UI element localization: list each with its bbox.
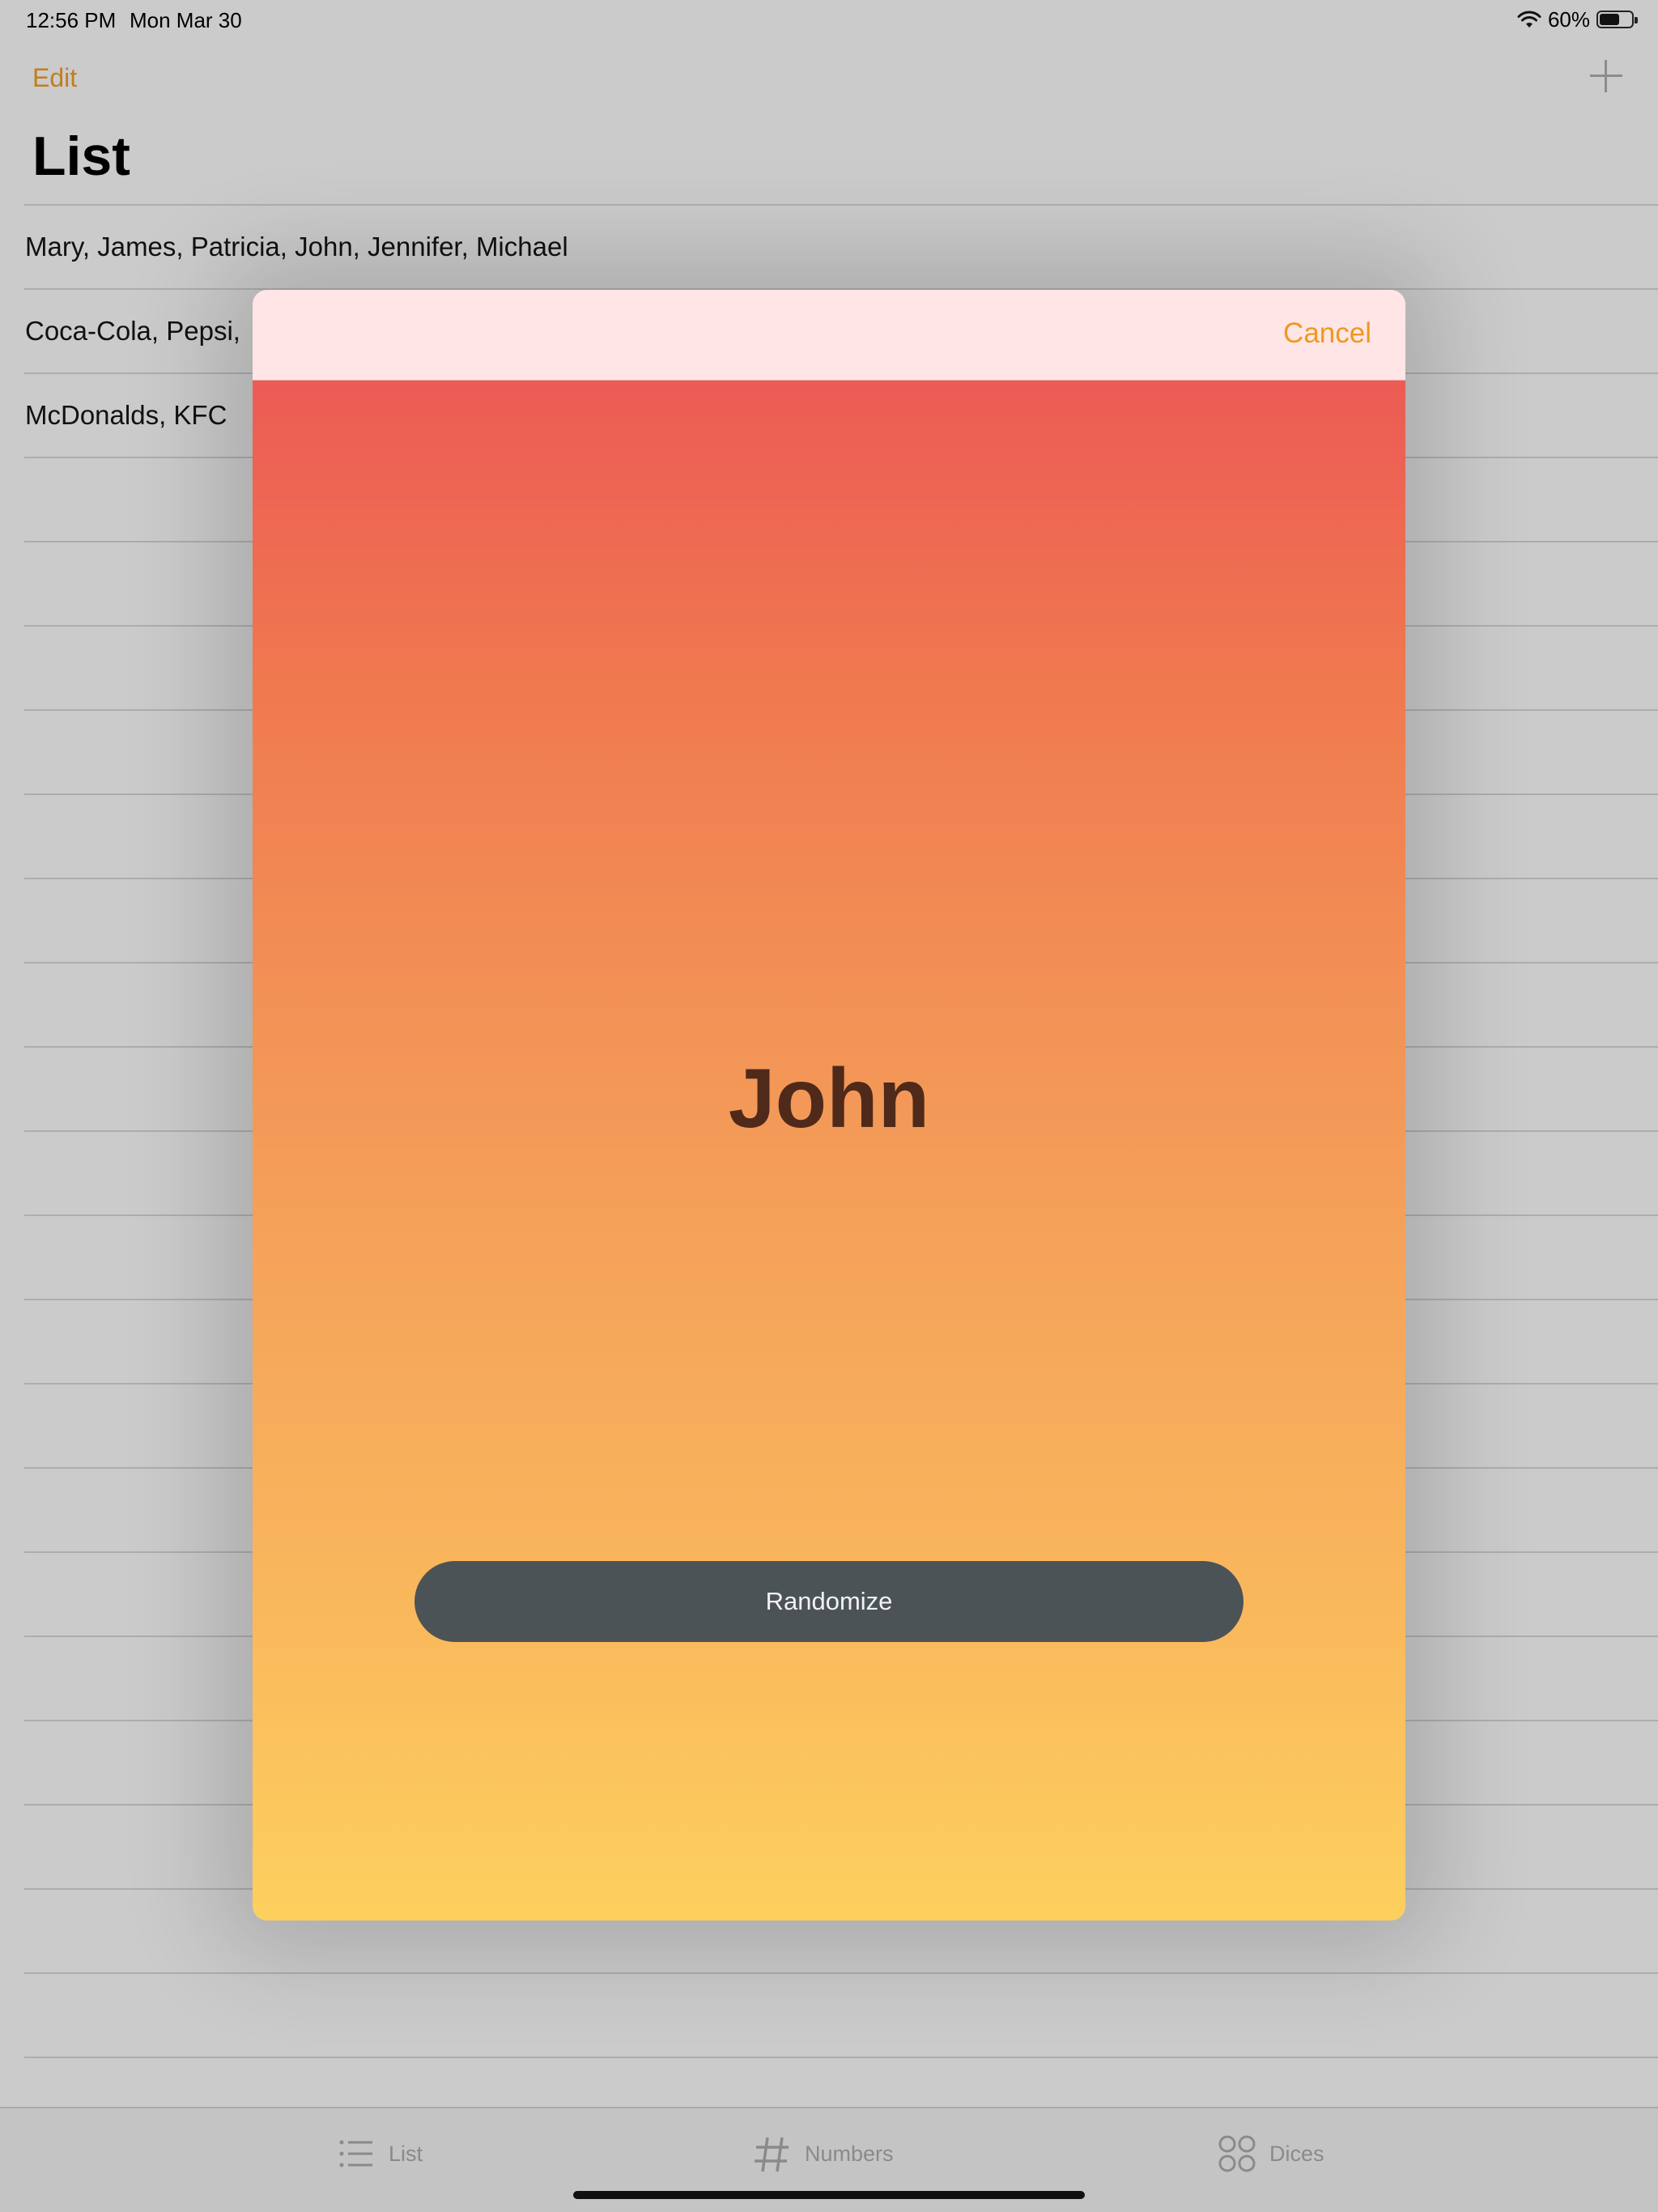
cancel-button[interactable]: Cancel	[1283, 317, 1371, 350]
modal-header: Cancel	[253, 290, 1405, 381]
result-panel: John Randomize	[253, 381, 1405, 1921]
randomize-button[interactable]: Randomize	[414, 1561, 1244, 1642]
result-name: John	[728, 1052, 930, 1146]
randomizer-modal: Cancel John Randomize	[253, 290, 1405, 1921]
